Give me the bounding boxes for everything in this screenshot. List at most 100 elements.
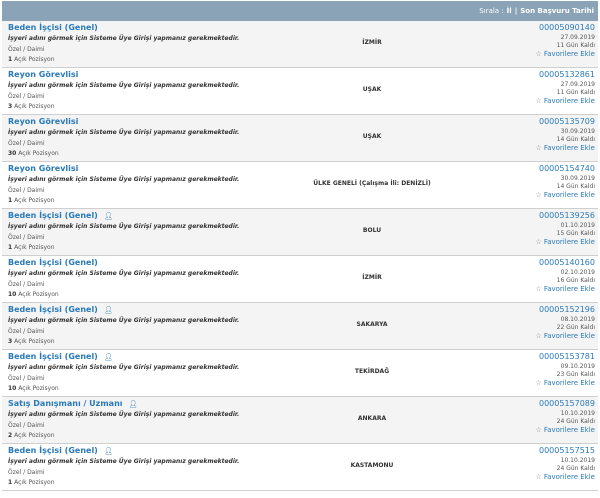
add-favorite-link[interactable]: ☆ Favorilere Ekle: [536, 144, 595, 152]
job-city: UŞAK: [362, 133, 382, 140]
login-warning: İşyeri adını görmek için Sisteme Üye Gir…: [8, 176, 240, 183]
position-suffix: Açık Pozisyon: [14, 338, 55, 345]
open-positions: 1 Açık Pozisyon: [8, 479, 55, 486]
add-favorite-link[interactable]: ☆ Favorilere Ekle: [536, 332, 595, 340]
user-icon: 👤︎: [103, 352, 113, 361]
job-number-link[interactable]: 00005139256: [536, 211, 595, 220]
job-meta: 00005154740 30.09.2019 14 Gün Kaldı ☆ Fav…: [536, 164, 595, 199]
job-title: Beden İşçisi (Genel): [8, 446, 98, 455]
login-warning: İşyeri adını görmek için Sisteme Üye Gir…: [8, 458, 240, 465]
favorite-label: Favorilere Ekle: [543, 50, 595, 58]
add-favorite-link[interactable]: ☆ Favorilere Ekle: [536, 97, 595, 105]
job-number-link[interactable]: 00005157089: [536, 399, 595, 408]
job-number-link[interactable]: 00005152196: [536, 305, 595, 314]
position-suffix: Açık Pozisyon: [18, 385, 59, 392]
days-remaining: 11 Gün Kaldı: [556, 42, 595, 49]
job-meta: 00005153781 09.10.2019 23 Gün Kaldı ☆ Fav…: [536, 352, 595, 387]
job-type: Özel / Daimi: [8, 234, 45, 241]
job-number-link[interactable]: 00005153781: [536, 352, 595, 361]
open-positions: 10 Açık Pozisyon: [8, 291, 59, 298]
position-count: 3: [8, 103, 13, 110]
job-number-link[interactable]: 00005140160: [536, 258, 595, 267]
job-row: Satış Danışmanı / Uzmanı 👤︎ İşyeri adını…: [2, 397, 598, 444]
job-type: Özel / Daimi: [8, 469, 45, 476]
deadline-date: 01.10.2019: [560, 222, 595, 229]
job-number-link[interactable]: 00005132861: [536, 70, 595, 79]
favorite-label: Favorilere Ekle: [543, 285, 595, 293]
job-title: Reyon Görevlisi: [8, 164, 79, 173]
add-favorite-link[interactable]: ☆ Favorilere Ekle: [536, 473, 595, 481]
add-favorite-link[interactable]: ☆ Favorilere Ekle: [536, 379, 595, 387]
add-favorite-link[interactable]: ☆ Favorilere Ekle: [536, 285, 595, 293]
job-title-link[interactable]: Beden İşçisi (Genel) 👤︎: [8, 446, 113, 455]
favorite-label: Favorilere Ekle: [543, 426, 595, 434]
job-number-link[interactable]: 00005157515: [536, 446, 595, 455]
days-remaining: 23 Gün Kaldı: [556, 371, 595, 378]
job-title-link[interactable]: Reyon Görevlisi: [8, 117, 78, 126]
position-count: 10: [8, 291, 17, 298]
job-type: Özel / Daimi: [8, 375, 45, 382]
job-row: Beden İşçisi (Genel) 👤︎ İşyeri adını gör…: [2, 209, 598, 256]
job-title-link[interactable]: Reyon Görevlisi: [8, 164, 78, 173]
job-title-link[interactable]: Beden İşçisi (Genel) 👤︎: [8, 352, 113, 361]
star-icon: ☆: [535, 379, 542, 387]
job-title: Beden İşçisi (Genel): [8, 211, 98, 220]
position-suffix: Açık Pozisyon: [14, 479, 55, 486]
deadline-date: 08.10.2019: [560, 316, 595, 323]
add-favorite-link[interactable]: ☆ Favorilere Ekle: [536, 426, 595, 434]
login-warning: İşyeri adını görmek için Sisteme Üye Gir…: [8, 223, 240, 230]
position-suffix: Açık Pozisyon: [14, 103, 55, 110]
job-title-link[interactable]: Satış Danışmanı / Uzmanı 👤︎: [8, 399, 137, 408]
position-suffix: Açık Pozisyon: [18, 291, 59, 298]
job-city: BOLU: [362, 227, 382, 234]
deadline-date: 02.10.2019: [560, 269, 595, 276]
sort-separator: |: [514, 7, 518, 15]
favorite-label: Favorilere Ekle: [543, 473, 595, 481]
job-type: Özel / Daimi: [8, 187, 45, 194]
job-number-link[interactable]: 00005090140: [536, 23, 595, 32]
position-suffix: Açık Pozisyon: [14, 244, 55, 251]
position-count: 1: [8, 197, 13, 204]
position-suffix: Açık Pozisyon: [14, 56, 55, 63]
add-favorite-link[interactable]: ☆ Favorilere Ekle: [536, 50, 595, 58]
sort-by-city-link[interactable]: İl: [507, 7, 512, 15]
star-icon: ☆: [535, 50, 542, 58]
user-icon: 👤︎: [103, 211, 113, 220]
days-remaining: 24 Gün Kaldı: [556, 465, 595, 472]
job-list: Beden İşçisi (Genel) İşyeri adını görmek…: [2, 21, 598, 491]
add-favorite-link[interactable]: ☆ Favorilere Ekle: [536, 238, 595, 246]
job-meta: 00005140160 02.10.2019 16 Gün Kaldı ☆ Fav…: [536, 258, 595, 293]
job-meta: 00005157089 10.10.2019 24 Gün Kaldı ☆ Fav…: [536, 399, 595, 434]
job-title-link[interactable]: Beden İşçisi (Genel) 👤︎: [8, 305, 113, 314]
favorite-label: Favorilere Ekle: [543, 191, 595, 199]
job-title: Reyon Görevlisi: [8, 70, 79, 79]
job-title-link[interactable]: Beden İşçisi (Genel): [8, 23, 98, 32]
job-title-link[interactable]: Beden İşçisi (Genel): [8, 258, 98, 267]
user-icon: 👤︎: [128, 399, 138, 408]
job-title: Beden İşçisi (Genel): [8, 305, 98, 314]
login-warning: İşyeri adını görmek için Sisteme Üye Gir…: [8, 317, 240, 324]
job-title-link[interactable]: Reyon Görevlisi: [8, 70, 78, 79]
job-row: Beden İşçisi (Genel) 👤︎ İşyeri adını gör…: [2, 303, 598, 350]
deadline-date: 27.09.2019: [560, 34, 595, 41]
job-title-link[interactable]: Beden İşçisi (Genel) 👤︎: [8, 211, 113, 220]
job-number-link[interactable]: 00005154740: [536, 164, 595, 173]
position-count: 1: [8, 479, 13, 486]
job-row: Beden İşçisi (Genel) İşyeri adını görmek…: [2, 21, 598, 68]
job-title: Beden İşçisi (Genel): [8, 23, 98, 32]
days-remaining: 24 Gün Kaldı: [556, 418, 595, 425]
job-number-link[interactable]: 00005135709: [536, 117, 595, 126]
job-meta: 00005152196 08.10.2019 22 Gün Kaldı ☆ Fav…: [536, 305, 595, 340]
favorite-label: Favorilere Ekle: [543, 97, 595, 105]
add-favorite-link[interactable]: ☆ Favorilere Ekle: [536, 191, 595, 199]
job-city: İZMİR: [362, 274, 382, 281]
open-positions: 30 Açık Pozisyon: [8, 150, 59, 157]
star-icon: ☆: [535, 285, 542, 293]
job-city: UŞAK: [362, 86, 382, 93]
login-warning: İşyeri adını görmek için Sisteme Üye Gir…: [8, 411, 240, 418]
days-remaining: 11 Gün Kaldı: [556, 89, 595, 96]
job-city: TEKİRDAĞ: [354, 368, 390, 375]
job-title: Beden İşçisi (Genel): [8, 258, 98, 267]
sort-by-deadline-link[interactable]: Son Başvuru Tarihi: [520, 7, 594, 15]
position-suffix: Açık Pozisyon: [14, 197, 55, 204]
